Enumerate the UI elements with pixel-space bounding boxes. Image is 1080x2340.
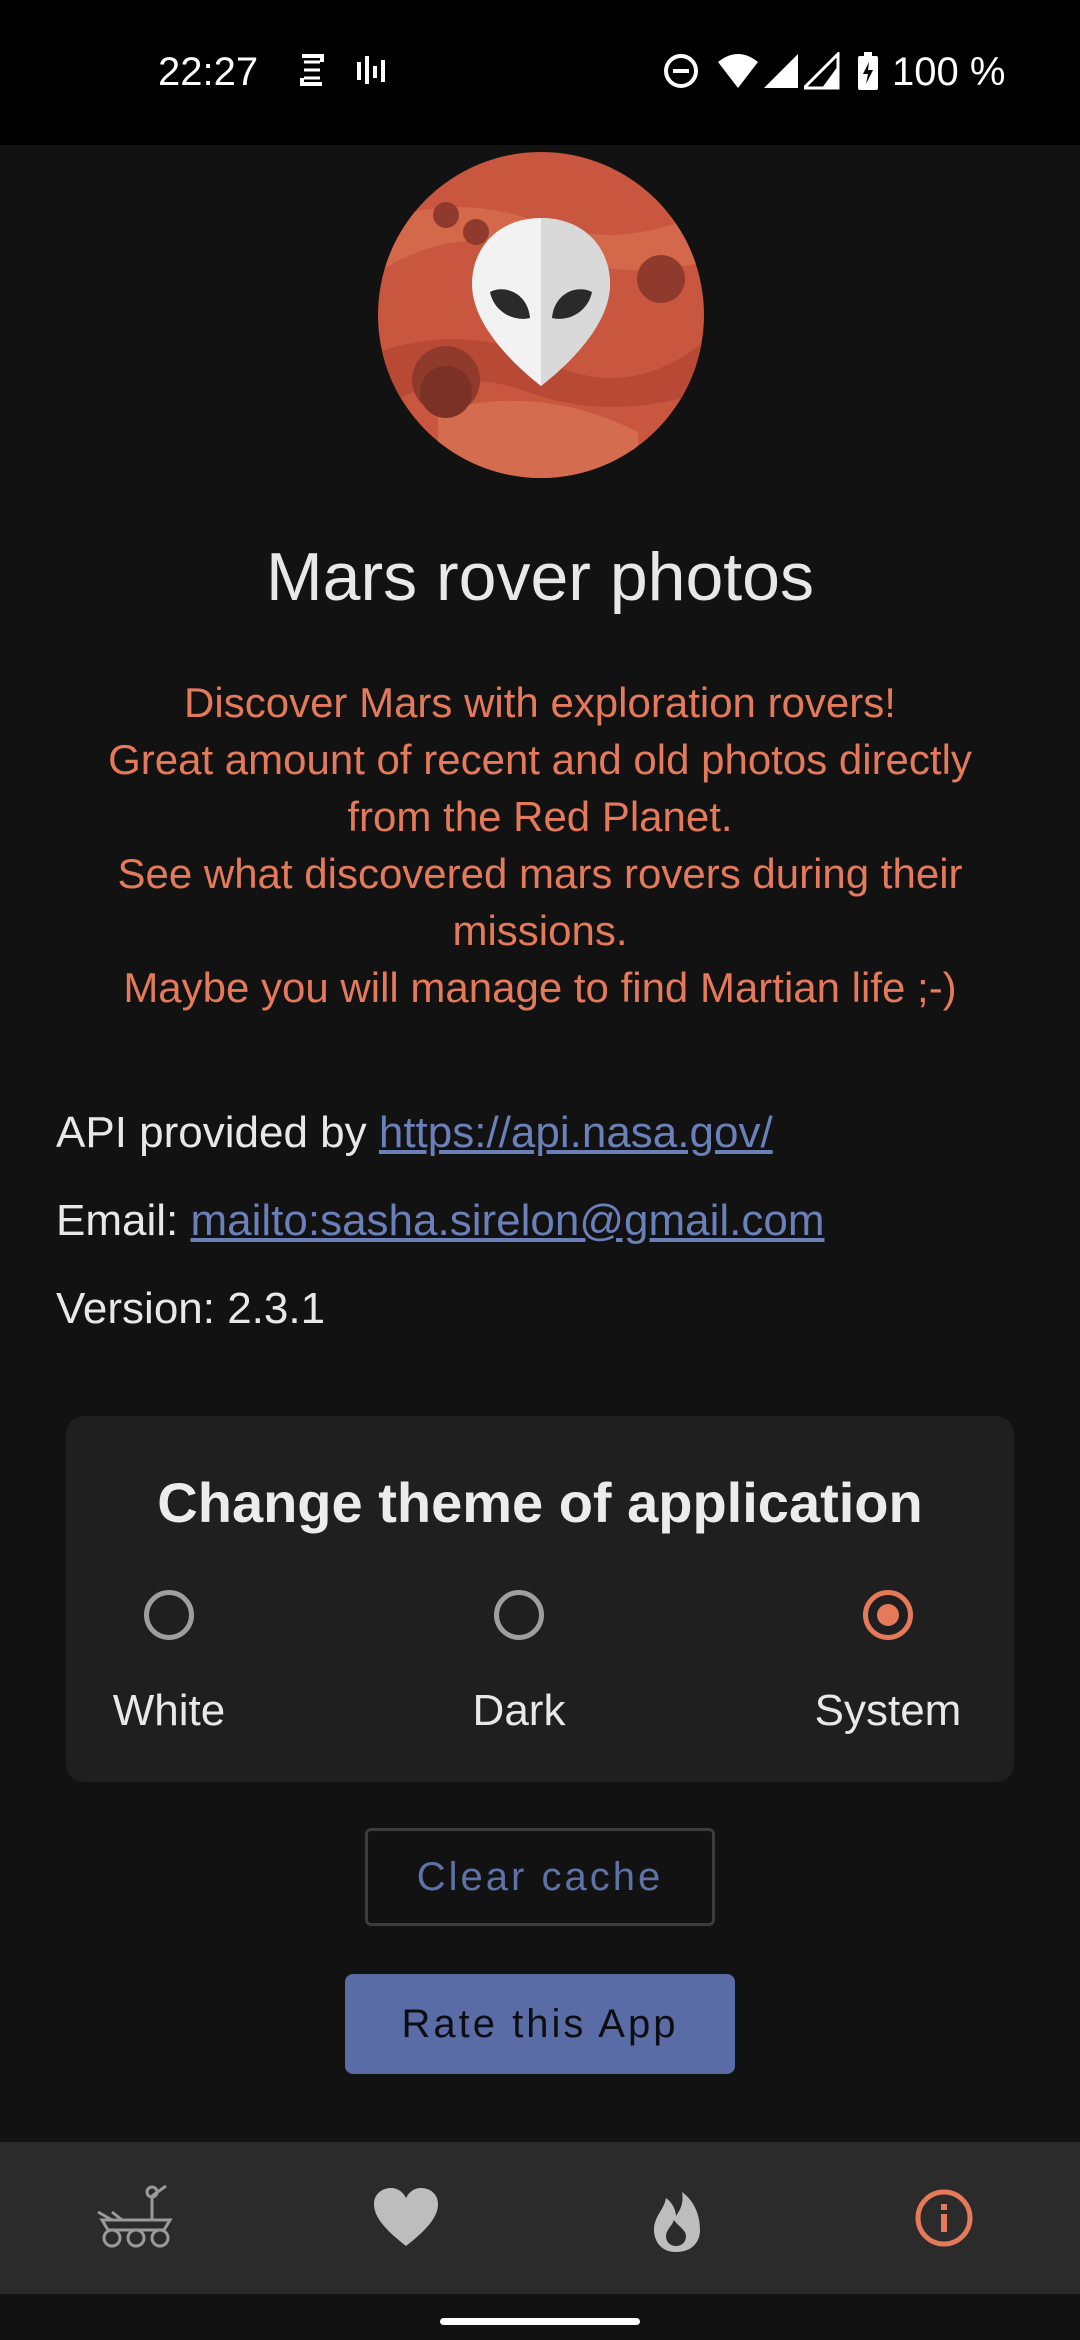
sync-icon [300, 54, 324, 86]
signal-bars-icon [357, 56, 385, 84]
email-info: Email: mailto:sasha.sirelon@gmail.com [56, 1196, 825, 1246]
app-title: Mars rover photos [266, 539, 814, 615]
theme-label-system[interactable]: System [778, 1686, 998, 1736]
description-line: Great amount of recent and old photos di… [108, 736, 972, 783]
theme-radio-dark[interactable] [494, 1590, 544, 1640]
rate-app-button[interactable]: Rate this App [345, 1974, 735, 2074]
battery-charging-icon [858, 52, 878, 90]
description-line: Discover Mars with exploration rovers! [184, 679, 896, 726]
email-label: Email: [56, 1196, 191, 1245]
gesture-handle[interactable] [440, 2318, 640, 2325]
theme-radio-system[interactable] [863, 1590, 913, 1640]
rover-icon [97, 2184, 173, 2248]
email-link[interactable]: mailto:sasha.sirelon@gmail.com [190, 1196, 824, 1245]
theme-label-white[interactable]: White [59, 1686, 279, 1736]
description-line: from the Red Planet. [347, 793, 733, 840]
theme-label-dark[interactable]: Dark [409, 1686, 629, 1736]
cell-signal-2-icon [804, 52, 840, 90]
theme-card: Change theme of application White Dark S… [66, 1416, 1014, 1782]
heart-icon [374, 2188, 438, 2246]
do-not-disturb-icon [664, 54, 698, 88]
nav-popular[interactable] [630, 2172, 722, 2264]
version-text: Version: 2.3.1 [56, 1284, 326, 1333]
description-line: Maybe you will manage to find Martian li… [123, 964, 957, 1011]
description-line: See what discovered mars rovers during t… [117, 850, 963, 897]
status-bar: 22:27 100 % [0, 0, 1080, 145]
api-link[interactable]: https://api.nasa.gov/ [379, 1108, 773, 1157]
fire-icon [654, 2192, 700, 2252]
nav-rovers[interactable] [92, 2172, 184, 2264]
app-logo [378, 152, 704, 478]
cell-signal-icon [764, 54, 798, 88]
nav-info[interactable] [898, 2172, 990, 2264]
nav-favorites[interactable] [360, 2172, 452, 2264]
wifi-icon [718, 54, 758, 88]
api-label: API provided by [56, 1108, 379, 1157]
bottom-navigation [0, 2142, 1080, 2294]
description-line: missions. [452, 907, 628, 954]
theme-title: Change theme of application [157, 1471, 923, 1534]
battery-percent: 100 % [892, 50, 1006, 94]
theme-radio-white[interactable] [144, 1590, 194, 1640]
clear-cache-button[interactable]: Clear cache [365, 1828, 715, 1926]
api-info: API provided by https://api.nasa.gov/ [56, 1108, 773, 1158]
info-icon [915, 2189, 973, 2247]
app-description: Discover Mars with exploration rovers! G… [30, 674, 1050, 1016]
status-time: 22:27 [158, 50, 259, 94]
